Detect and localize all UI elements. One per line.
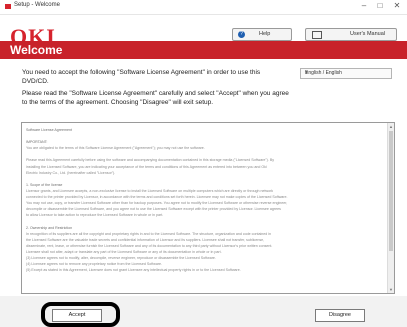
help-icon: ? [238,31,245,38]
scroll-down-icon[interactable]: ▼ [389,287,393,292]
scroll-up-icon[interactable]: ▲ [389,124,393,129]
language-select[interactable]: English / English ▾ [300,68,392,79]
page-title: Welcome [10,43,63,57]
maximize-icon[interactable]: □ [373,1,387,10]
license-text: Software License Agreement IMPORTANT: You… [26,127,382,273]
disagree-button[interactable]: Disagree [315,309,365,322]
license-line: (5) Except as stated in this Agreement, … [26,268,241,273]
window-titlebar: Setup - Welcome – □ ✕ [0,0,407,15]
intro-text-2: Please read the "Software License Agreem… [22,90,289,106]
help-label: Help [259,31,271,37]
manual-icon [312,31,322,39]
window-title: Setup - Welcome [14,2,60,8]
scrollbar-thumb[interactable] [389,131,393,251]
intro-text-1: You need to accept the following "Softwa… [22,69,261,85]
minimize-icon[interactable]: – [357,1,371,10]
license-text-area[interactable]: Software License Agreement IMPORTANT: You… [21,122,395,294]
users-manual-button[interactable]: User's Manual [305,28,397,41]
app-icon [5,4,11,9]
help-button[interactable]: ? Help [232,28,292,41]
close-icon[interactable]: ✕ [390,1,404,10]
license-scrollbar[interactable]: ▲ ▼ [387,123,394,293]
chevron-down-icon: ▾ [305,70,309,76]
welcome-banner: Welcome [0,41,407,59]
accept-highlight-ring [41,302,120,327]
users-manual-label: User's Manual [350,31,385,37]
